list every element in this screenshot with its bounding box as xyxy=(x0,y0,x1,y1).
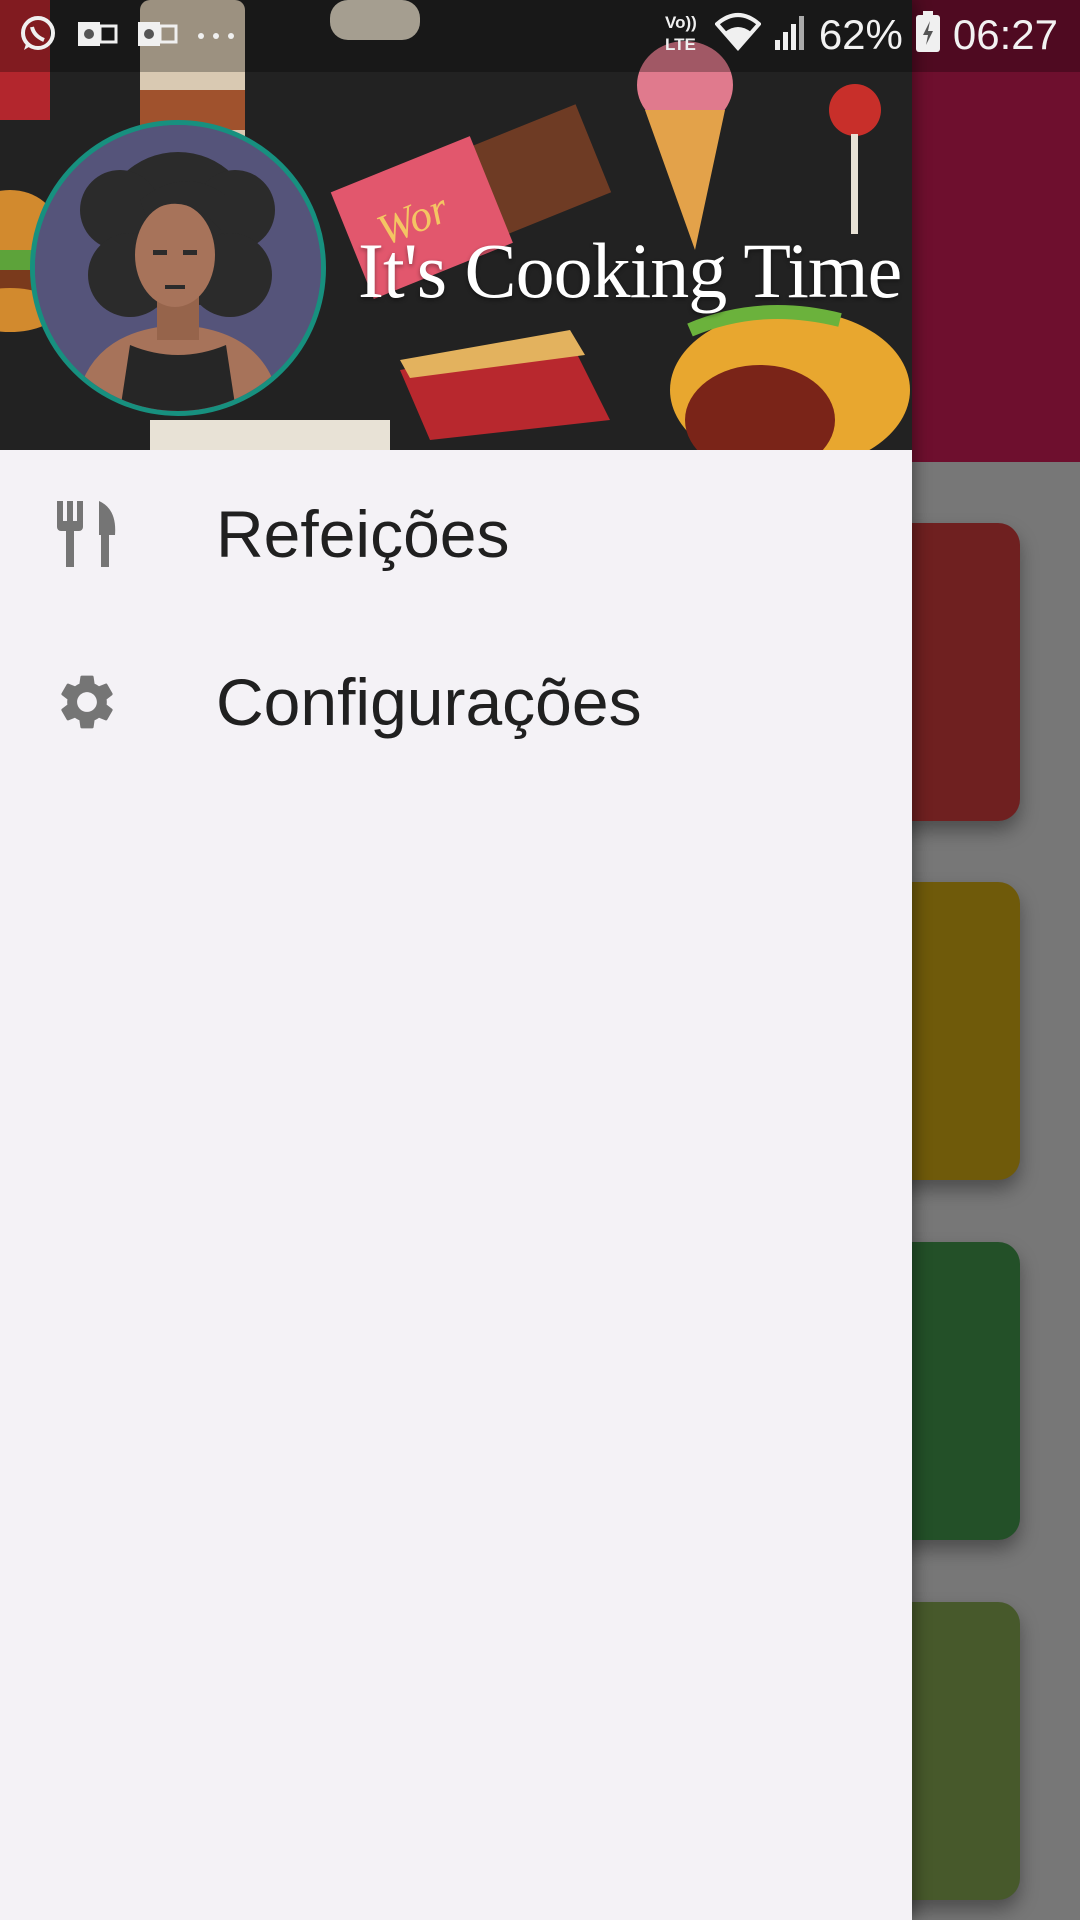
battery-charging-icon xyxy=(915,11,941,58)
signal-icon xyxy=(773,14,807,55)
menu-item-label: Refeições xyxy=(216,497,510,571)
restaurant-icon xyxy=(52,499,122,569)
outlook-icon xyxy=(76,16,118,57)
drawer-menu: Refeições Configurações xyxy=(0,450,912,786)
menu-item-label: Configurações xyxy=(216,665,642,739)
menu-item-configuracoes[interactable]: Configurações xyxy=(0,618,912,786)
svg-text:LTE: LTE xyxy=(665,35,696,54)
gear-icon xyxy=(52,667,122,737)
battery-percent: 62% xyxy=(818,10,903,58)
avatar-woman-icon xyxy=(35,125,321,411)
app-title: It's Cooking Time xyxy=(358,227,902,314)
svg-text:Vo)): Vo)) xyxy=(665,13,697,32)
avatar[interactable] xyxy=(30,120,326,416)
more-notifications-icon xyxy=(196,28,236,46)
outlook-icon xyxy=(136,16,178,57)
clock: 06:27 xyxy=(952,10,1058,58)
status-bar: Vo)) LTE 62% 06:27 xyxy=(0,0,1080,72)
volte-icon: Vo)) LTE xyxy=(663,10,703,59)
wifi-icon xyxy=(713,12,762,57)
navigation-drawer: Wor It's Cooking Time Refeições Configur… xyxy=(0,0,912,1920)
whatsapp-icon xyxy=(18,14,58,59)
menu-item-refeicoes[interactable]: Refeições xyxy=(0,450,912,618)
